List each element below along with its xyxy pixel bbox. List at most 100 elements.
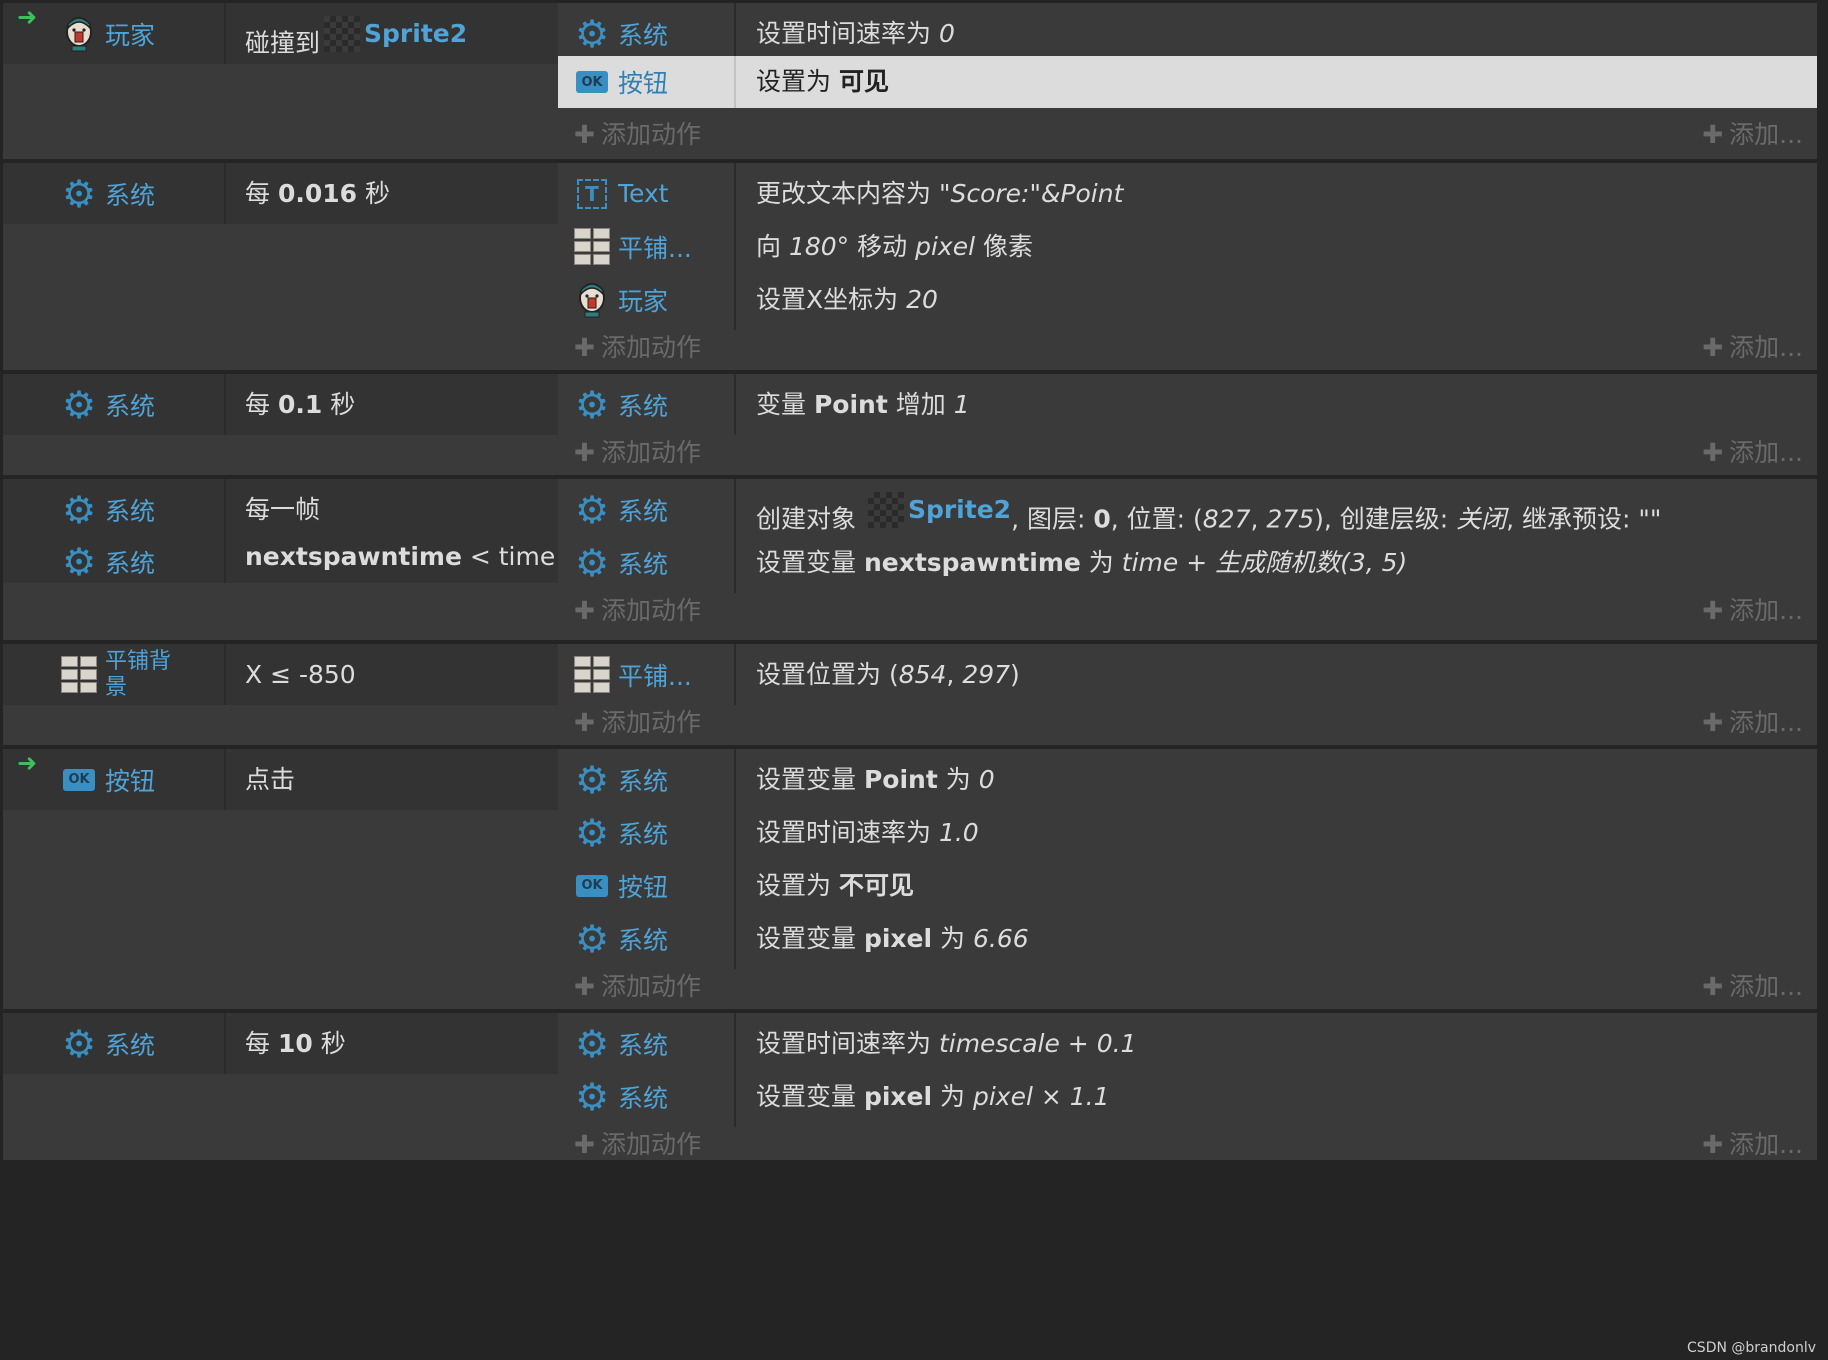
action-text[interactable]: 设置时间速率为 timescale + 0.1 <box>756 1013 1136 1074</box>
italic-value: 0 <box>978 765 995 794</box>
object-reference[interactable]: Sprite2 <box>320 3 467 64</box>
condition-text[interactable]: 每 10 秒 <box>245 1013 346 1074</box>
condition-row[interactable]: ⚙ 系统 每 0.016 秒 <box>3 163 558 224</box>
text-segment: ) <box>1010 660 1020 689</box>
text-segment: , 继承预设: "" <box>1506 504 1662 534</box>
event-block[interactable]: ➜ 玩家 碰撞到 Sprite2 ⚙ 系统 设置时间速率为 0 OK 按钮 设置为 可见 ✚ 添加动作… <box>3 3 1817 159</box>
add-action-button[interactable]: ✚ 添加动作 <box>574 695 701 751</box>
condition-object[interactable]: 平铺背景 <box>3 644 223 705</box>
action-object[interactable]: 平铺... <box>558 216 733 277</box>
condition-row[interactable]: 平铺背景 X ≤ -850 <box>3 644 558 705</box>
action-object[interactable]: ⚙ 系统 <box>558 749 733 810</box>
condition-row[interactable]: ⚙ 系统 每 0.1 秒 <box>3 374 558 435</box>
condition-text[interactable]: 点击 <box>245 749 295 810</box>
add-more-button[interactable]: ✚ 添加... <box>1702 583 1803 639</box>
condition-object[interactable]: ⚙ 系统 <box>3 163 223 224</box>
text-segment: 设置时间速率为 <box>756 19 939 48</box>
plus-icon: ✚ <box>574 1130 595 1159</box>
condition-text[interactable]: nextspawntime < time <box>245 531 555 583</box>
gear-icon: ⚙ <box>574 757 610 802</box>
action-object-name: 系统 <box>618 819 669 849</box>
add-more-button[interactable]: ✚ 添加... <box>1702 959 1803 1015</box>
plus-icon: ✚ <box>1702 596 1724 625</box>
action-object[interactable]: ⚙ 系统 <box>558 802 733 863</box>
add-more-button[interactable]: ✚ 添加... <box>1702 107 1803 163</box>
action-row[interactable]: ⚙ 系统 设置时间速率为 timescale + 0.1 <box>558 1013 1817 1074</box>
event-block[interactable]: ⚙ 系统每 0.016 秒 T Text 更改文本内容为 "Score:"&Point 平… <box>3 163 1817 370</box>
action-row[interactable]: OK 按钮 设置为 不可见 <box>558 855 1817 916</box>
action-object[interactable]: ⚙ 系统 <box>558 3 733 64</box>
action-object[interactable]: ⚙ 系统 <box>558 1013 733 1074</box>
plus-icon: ✚ <box>574 333 595 362</box>
bold-value: 0 <box>1093 504 1111 534</box>
italic-value: "Score:"&Point <box>938 179 1124 208</box>
action-object[interactable]: T Text <box>558 163 733 224</box>
event-block[interactable]: ⚙ 系统每 10 秒 ⚙ 系统 设置时间速率为 timescale + 0.1 ⚙ 系统 设置… <box>3 1013 1817 1160</box>
text-segment: < time <box>461 542 556 571</box>
object-reference[interactable]: Sprite2 <box>864 479 1011 540</box>
action-row[interactable]: 平铺... 向 180° 移动 pixel 像素 <box>558 216 1817 277</box>
condition-row[interactable]: ➜ OK 按钮 点击 <box>3 749 558 810</box>
action-text[interactable]: 创建对象 Sprite2, 图层: 0, 位置: (827, 275), 创建层… <box>756 479 1661 540</box>
action-row[interactable]: ⚙ 系统 设置时间速率为 1.0 <box>558 802 1817 863</box>
condition-object[interactable]: ⚙ 系统 <box>3 374 223 435</box>
condition-text[interactable]: 每 0.1 秒 <box>245 374 355 435</box>
italic-value: 275 <box>1266 504 1315 534</box>
condition-object-name: 系统 <box>105 496 156 526</box>
event-block[interactable]: 平铺背景 X ≤ -850 平铺... 设置位置为 (854, 297) ✚ 添加动作 ✚ 添… <box>3 644 1817 745</box>
action-text[interactable]: 向 180° 移动 pixel 像素 <box>756 216 1033 277</box>
event-block[interactable]: ⚙ 系统每 0.1 秒 ⚙ 系统 变量 Point 增加 1 ✚ 添加动作 ✚ 添加... <box>3 374 1817 475</box>
plus-icon: ✚ <box>1702 438 1724 467</box>
action-text[interactable]: 设置变量 Point 为 0 <box>756 749 995 810</box>
ok-button-icon: OK <box>61 762 97 798</box>
add-more-button[interactable]: ✚ 添加... <box>1702 425 1803 481</box>
add-action-label: 添加动作 <box>600 120 701 149</box>
add-action-button[interactable]: ✚ 添加动作 <box>574 107 701 163</box>
text-segment: 为 <box>932 1082 973 1111</box>
add-action-button[interactable]: ✚ 添加动作 <box>574 320 701 376</box>
plus-icon: ✚ <box>1702 1130 1724 1159</box>
action-row[interactable]: ⚙ 系统 创建对象 Sprite2, 图层: 0, 位置: (827, 275), … <box>558 479 1817 540</box>
action-row[interactable]: ⚙ 系统 设置变量 Point 为 0 <box>558 749 1817 810</box>
ok-button-icon: OK <box>574 64 610 100</box>
add-action-button[interactable]: ✚ 添加动作 <box>574 959 701 1015</box>
bold-value: 不可见 <box>838 871 914 900</box>
condition-object[interactable]: 玩家 <box>3 3 223 64</box>
action-object-name: 系统 <box>618 925 669 955</box>
text-segment: 为 <box>932 924 973 953</box>
text-segment: ), 创建层级: <box>1314 504 1457 534</box>
condition-row[interactable]: ⚙ 系统 每 10 秒 <box>3 1013 558 1074</box>
condition-object[interactable]: OK 按钮 <box>3 749 223 810</box>
add-more-button[interactable]: ✚ 添加... <box>1702 695 1803 751</box>
action-text[interactable]: 设置时间速率为 1.0 <box>756 802 979 863</box>
action-text[interactable]: 设置为 不可见 <box>756 855 914 916</box>
event-block[interactable]: ➜ OK 按钮 点击 ⚙ 系统 设置变量 Point 为 0 ⚙ 系统 设置时间速率为 1.0 OK… <box>3 749 1817 1009</box>
add-action-button[interactable]: ✚ 添加动作 <box>574 583 701 639</box>
condition-text[interactable]: 每 0.016 秒 <box>245 163 390 224</box>
action-text[interactable]: 设置为 可见 <box>756 56 889 108</box>
condition-row[interactable]: ➜ 玩家 碰撞到 Sprite2 <box>3 3 558 64</box>
action-object[interactable]: ⚙ 系统 <box>558 479 733 540</box>
action-row[interactable]: ⚙ 系统 设置时间速率为 0 <box>558 3 1817 64</box>
add-action-row: ✚ 添加动作 ✚ 添加... <box>558 320 1817 376</box>
add-more-button[interactable]: ✚ 添加... <box>1702 320 1803 376</box>
italic-value: 827 <box>1202 504 1251 534</box>
condition-object[interactable]: ⚙ 系统 <box>3 1013 223 1074</box>
add-more-button[interactable]: ✚ 添加... <box>1702 1117 1803 1173</box>
action-row[interactable]: OK 按钮 设置为 可见 <box>558 56 1817 108</box>
gear-icon: ⚙ <box>61 171 97 216</box>
action-row[interactable]: T Text 更改文本内容为 "Score:"&Point <box>558 163 1817 224</box>
event-block[interactable]: ⚙ 系统 每一帧 ⚙ 系统 nextspawntime < time ⚙ 系统 创建对象 Spr… <box>3 479 1817 640</box>
add-action-button[interactable]: ✚ 添加动作 <box>574 425 701 481</box>
action-object[interactable]: OK 按钮 <box>558 56 733 108</box>
action-text[interactable]: 更改文本内容为 "Score:"&Point <box>756 163 1123 224</box>
add-action-button[interactable]: ✚ 添加动作 <box>574 1117 701 1173</box>
condition-text[interactable]: X ≤ -850 <box>245 644 356 705</box>
action-object[interactable]: OK 按钮 <box>558 855 733 916</box>
italic-value: 关闭 <box>1456 504 1507 534</box>
condition-text[interactable]: 碰撞到 Sprite2 <box>245 3 467 64</box>
action-text[interactable]: 设置时间速率为 0 <box>756 3 955 64</box>
condition-row[interactable]: ⚙ 系统 nextspawntime < time <box>3 531 558 583</box>
text-segment: 每 <box>245 1029 278 1058</box>
condition-object[interactable]: ⚙ 系统 <box>3 531 223 592</box>
